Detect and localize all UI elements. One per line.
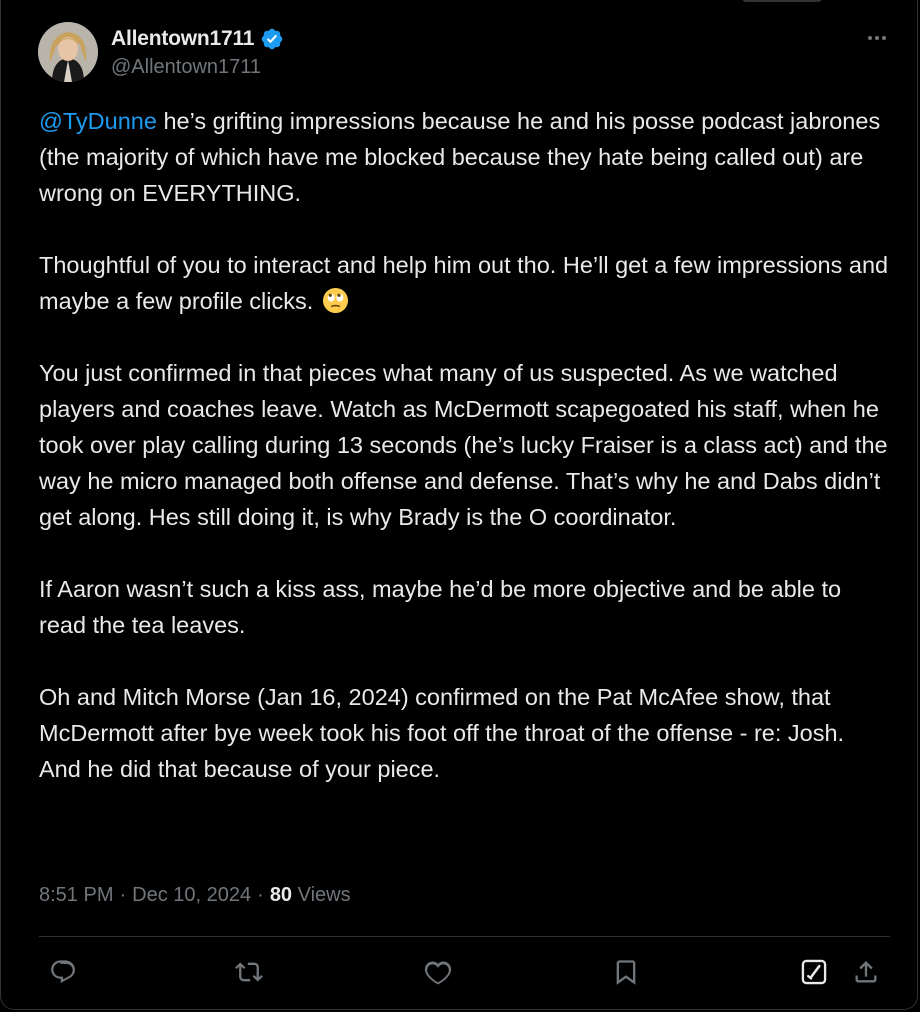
tweet-date[interactable]: Dec 10, 2024 (132, 884, 251, 907)
paragraph-1-text: he’s grifting impressions because he and… (39, 108, 881, 206)
avatar[interactable] (38, 22, 98, 82)
views-count[interactable]: 80 (270, 884, 292, 906)
paragraph-4: If Aaron wasn’t such a kiss ass, maybe h… (39, 576, 842, 638)
views-label: Views (297, 884, 351, 906)
paragraph-5: Oh and Mitch Morse (Jan 16, 2024) confir… (39, 684, 845, 746)
divider (39, 936, 890, 937)
like-icon[interactable] (422, 956, 454, 988)
paragraph-2: Thoughtful of you to interact and help h… (39, 247, 889, 319)
meta-separator-2: · (257, 884, 264, 906)
share-icon[interactable] (850, 956, 882, 988)
bookmark-icon[interactable] (610, 956, 642, 988)
reply-icon[interactable] (47, 956, 79, 988)
grok-icon[interactable] (798, 956, 830, 988)
mention-link[interactable]: @TyDunne (39, 108, 157, 134)
display-name[interactable]: Allentown1711 (111, 27, 254, 51)
tweet-time[interactable]: 8:51 PM (39, 884, 113, 907)
top-tab-indicator (742, 0, 822, 2)
more-options-icon[interactable] (862, 28, 892, 48)
paragraph-2-text: Thoughtful of you to interact and help h… (39, 252, 889, 314)
tweet-meta: 8:51 PM · Dec 10, 2024 · 80 Views (39, 884, 351, 907)
paragraph-3: You just confirmed in that pieces what m… (39, 360, 888, 530)
verified-badge-icon[interactable] (260, 27, 284, 51)
tweet-header: Allentown1711 @Allentown1711 (38, 22, 892, 82)
retweet-icon[interactable] (233, 956, 265, 988)
author-names: Allentown1711 @Allentown1711 (111, 26, 284, 79)
tweet-text: @TyDunne he’s grifting impressions becau… (39, 103, 889, 787)
action-bar (0, 950, 920, 996)
author-handle[interactable]: @Allentown1711 (111, 56, 284, 79)
display-name-row: Allentown1711 (111, 26, 284, 52)
paragraph-1: @TyDunne he’s grifting impressions becau… (39, 103, 889, 211)
meta-separator: · (119, 884, 127, 906)
paragraph-6: And he did that because of your piece. (39, 756, 441, 782)
avatar-image (38, 22, 98, 82)
face-with-rolling-eyes-icon (322, 287, 349, 314)
